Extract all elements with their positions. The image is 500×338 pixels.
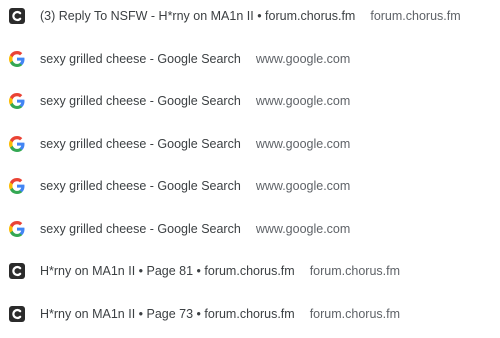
chorus-icon xyxy=(9,8,25,24)
history-item-url: www.google.com xyxy=(255,222,351,236)
history-item-text: sexy grilled cheese - Google Search www.g… xyxy=(40,52,350,66)
history-item-title: H*rny on MA1n II • Page 81 • forum.choru… xyxy=(40,264,295,278)
history-item-title: sexy grilled cheese - Google Search xyxy=(40,137,241,151)
history-item[interactable]: (3) Reply To NSFW - H*rny on MA1n II • f… xyxy=(0,0,500,37)
history-item-url: forum.chorus.fm xyxy=(309,307,401,321)
history-item-url: www.google.com xyxy=(255,94,351,108)
google-icon xyxy=(9,93,25,109)
google-icon xyxy=(9,136,25,152)
google-icon xyxy=(9,221,25,237)
history-item[interactable]: sexy grilled cheese - Google Search www.g… xyxy=(0,80,500,122)
history-item-url: www.google.com xyxy=(255,137,351,151)
google-icon xyxy=(9,51,25,67)
history-item-title: sexy grilled cheese - Google Search xyxy=(40,94,241,108)
history-list: (3) Reply To NSFW - H*rny on MA1n II • f… xyxy=(0,0,500,338)
history-item-title: H*rny on MA1n II • Page 73 • forum.choru… xyxy=(40,307,295,321)
history-item[interactable]: sexy grilled cheese - Google Search www.g… xyxy=(0,123,500,165)
history-item-title: sexy grilled cheese - Google Search xyxy=(40,179,241,193)
history-item[interactable]: sexy grilled cheese - Google Search www.g… xyxy=(0,165,500,207)
history-item-text: sexy grilled cheese - Google Search www.g… xyxy=(40,179,350,193)
history-item-title: sexy grilled cheese - Google Search xyxy=(40,52,241,66)
history-item-url: www.google.com xyxy=(255,179,351,193)
history-item-text: H*rny on MA1n II • Page 73 • forum.choru… xyxy=(40,307,400,321)
history-item-title: (3) Reply To NSFW - H*rny on MA1n II • f… xyxy=(40,9,356,23)
history-item-text: sexy grilled cheese - Google Search www.g… xyxy=(40,222,350,236)
history-item[interactable]: H*rny on MA1n II • Page 73 • forum.choru… xyxy=(0,293,500,335)
history-item[interactable]: sexy grilled cheese - Google Search www.g… xyxy=(0,38,500,80)
google-icon xyxy=(9,178,25,194)
history-item[interactable]: sexy grilled cheese - Google Search www.g… xyxy=(0,208,500,250)
history-item-text: sexy grilled cheese - Google Search www.g… xyxy=(40,94,350,108)
chorus-icon xyxy=(9,306,25,322)
history-item[interactable]: H*rny on MA1n II • Page 81 • forum.choru… xyxy=(0,250,500,292)
history-item-url: forum.chorus.fm xyxy=(370,9,461,23)
history-item-url: www.google.com xyxy=(255,52,351,66)
chorus-icon xyxy=(9,263,25,279)
history-item-text: H*rny on MA1n II • Page 81 • forum.choru… xyxy=(40,264,400,278)
history-item-title: sexy grilled cheese - Google Search xyxy=(40,222,241,236)
history-item-text: (3) Reply To NSFW - H*rny on MA1n II • f… xyxy=(40,9,461,23)
history-item-text: sexy grilled cheese - Google Search www.g… xyxy=(40,137,350,151)
history-item-url: forum.chorus.fm xyxy=(309,264,401,278)
